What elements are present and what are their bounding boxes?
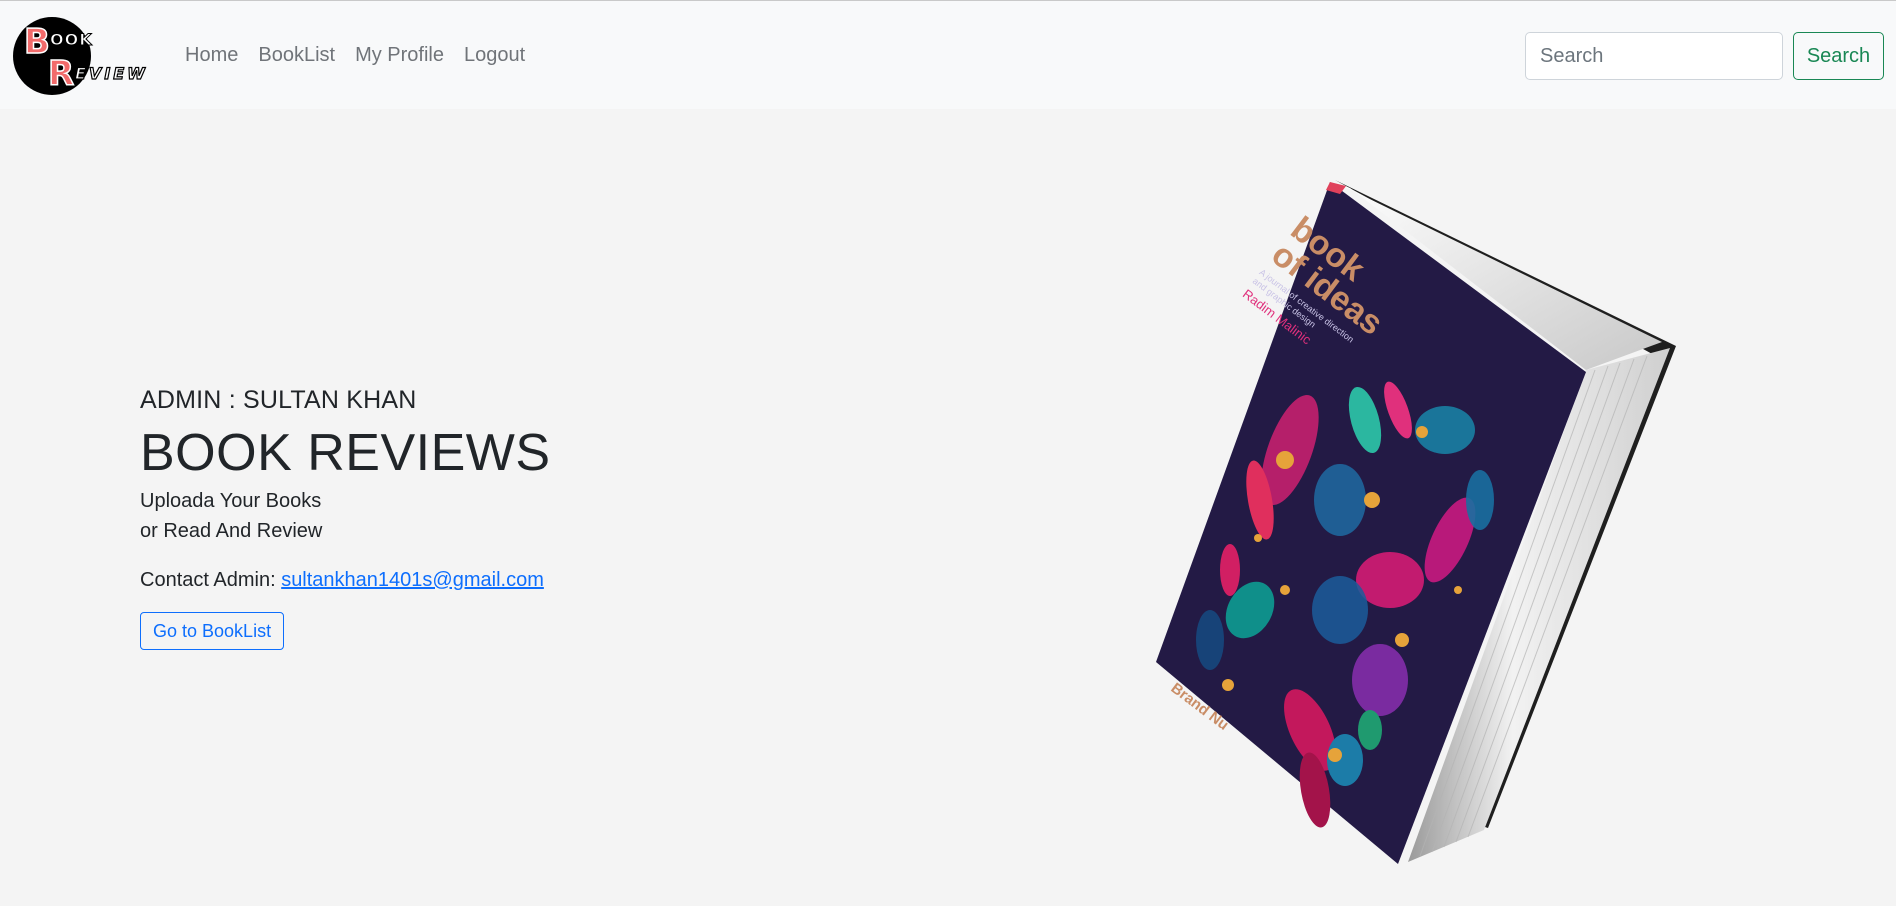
navbar: B OOK R EVIEW Home BookList My Profile L… — [0, 0, 1896, 109]
logo-text-ook: OOK — [50, 30, 93, 49]
brand-logo[interactable]: B OOK R EVIEW — [13, 17, 171, 95]
logo-letter-b: B — [24, 22, 50, 62]
nav-booklist[interactable]: BookList — [258, 43, 335, 67]
hero-section: ADMIN : SULTAN KHAN BOOK REVIEWS Uploada… — [140, 384, 551, 650]
contact-email-link[interactable]: sultankhan1401s@gmail.com — [281, 569, 544, 591]
search-button[interactable]: Search — [1793, 32, 1884, 80]
logo-text-eview: EVIEW — [75, 64, 148, 83]
nav-my-profile[interactable]: My Profile — [355, 43, 444, 67]
tagline-line-1: Uploada Your Books — [140, 490, 322, 512]
contact-line: Contact Admin: sultankhan1401s@gmail.com — [140, 566, 551, 594]
search-input[interactable] — [1525, 32, 1783, 80]
go-to-booklist-button[interactable]: Go to BookList — [140, 612, 285, 650]
hero-book-image: book of ideas A journal of creative dire… — [1140, 170, 1700, 870]
search-form: Search — [1525, 32, 1884, 80]
nav-logout[interactable]: Logout — [464, 43, 525, 67]
logo-letter-r: R — [48, 54, 74, 94]
nav-links: Home BookList My Profile Logout — [185, 43, 545, 67]
nav-home[interactable]: Home — [185, 43, 238, 67]
page-title: BOOK REVIEWS — [140, 424, 551, 482]
contact-label: Contact Admin: — [140, 569, 282, 591]
tagline-line-2: or Read And Review — [140, 520, 323, 542]
admin-heading: ADMIN : SULTAN KHAN — [140, 386, 417, 414]
